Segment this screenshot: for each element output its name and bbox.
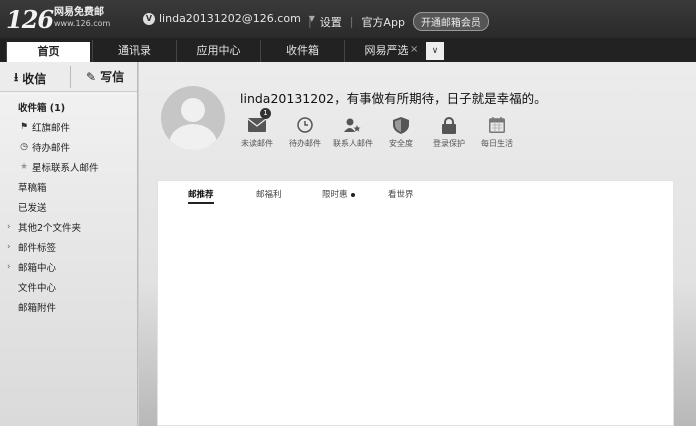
quick-link-login-protection[interactable]: 登录保护 xyxy=(425,114,473,149)
sidebar-item-other-folders[interactable]: › 其他2个文件夹 xyxy=(0,217,137,237)
logo-number: 126 xyxy=(6,5,54,34)
quick-link-label: 每日生活 xyxy=(481,139,513,148)
quick-link-unread[interactable]: 1 未读邮件 xyxy=(233,108,281,149)
divider xyxy=(70,66,71,88)
quick-link-security[interactable]: 安全度 xyxy=(377,114,425,149)
tab-contacts[interactable]: 通讯录 xyxy=(92,40,176,62)
sidebar-item-file-center[interactable]: 文件中心 xyxy=(0,277,137,297)
unread-count-badge: 1 xyxy=(260,108,271,119)
folder-list: 收件箱 (1) ⚑ 红旗邮件 ◷ 待办邮件 ★ 星标联系人邮件 草稿箱 已发送 … xyxy=(0,92,137,317)
chevron-right-icon[interactable]: › xyxy=(7,242,11,252)
sidebar-item-flagged[interactable]: ⚑ 红旗邮件 xyxy=(0,117,137,137)
close-icon[interactable]: × xyxy=(410,44,418,55)
sidebar-item-label: 已发送 xyxy=(18,203,47,214)
sidebar-item-drafts[interactable]: 草稿箱 xyxy=(0,177,137,197)
official-app-link[interactable]: 官方App xyxy=(361,14,405,30)
open-vip-button[interactable]: 开通邮箱会员 xyxy=(412,12,489,31)
sidebar-item-label: 待办邮件 xyxy=(32,143,71,154)
logo-text: 网易免费邮 www.126.com xyxy=(54,7,124,29)
flag-icon: ⚑ xyxy=(19,122,29,132)
tab-limited-offers[interactable]: 限时惠 xyxy=(322,188,355,200)
chevron-right-icon[interactable]: › xyxy=(7,262,11,272)
top-links: | 设置 | 官方App 开通邮箱会员 xyxy=(300,12,489,31)
sidebar-item-mailbox-center[interactable]: › 邮箱中心 xyxy=(0,257,137,277)
sidebar-item-attachments[interactable]: 邮箱附件 xyxy=(0,297,137,317)
sidebar-item-label: 草稿箱 xyxy=(18,183,47,194)
tab-see-world[interactable]: 看世界 xyxy=(388,188,414,200)
receive-label: 收信 xyxy=(22,72,47,86)
chevron-right-icon[interactable]: › xyxy=(7,222,11,232)
sidebar-item-labels[interactable]: › 邮件标签 xyxy=(0,237,137,257)
logo-domain: www.126.com xyxy=(54,19,111,28)
write-button[interactable]: ✎ 写信 xyxy=(86,68,124,85)
new-dot-icon xyxy=(350,192,355,197)
contact-star-icon xyxy=(344,118,361,132)
envelope-icon xyxy=(248,118,266,132)
tab-more-button[interactable]: ∨ xyxy=(426,42,444,60)
sidebar-item-starred-contacts[interactable]: ★ 星标联系人邮件 xyxy=(0,157,137,177)
account-menu[interactable]: V linda20131202@126.com ▼ xyxy=(143,12,315,25)
sidebar-item-label: 红旗邮件 xyxy=(32,123,71,134)
quick-link-label: 未读邮件 xyxy=(241,139,273,148)
calendar-icon xyxy=(489,117,505,133)
tab-home[interactable]: 首页 xyxy=(6,40,90,62)
tab-benefits[interactable]: 邮福利 xyxy=(256,188,282,200)
divider: | xyxy=(308,15,312,28)
account-email: linda20131202@126.com xyxy=(159,12,301,25)
recommend-panel: 邮推荐 邮福利 限时惠 看世界 xyxy=(157,180,674,426)
tab-yanxuan-label: 网易严选 xyxy=(364,44,409,57)
sidebar-item-inbox[interactable]: 收件箱 (1) xyxy=(0,97,137,117)
sidebar-item-label: 文件中心 xyxy=(18,283,57,294)
edit-icon: ✎ xyxy=(86,69,97,84)
quick-link-label: 登录保护 xyxy=(433,139,465,148)
quick-link-contacts-mail[interactable]: 联系人邮件 xyxy=(329,114,377,149)
receive-button[interactable]: ⭳ 收信 xyxy=(14,68,46,89)
tab-limited-offers-label: 限时惠 xyxy=(322,190,348,200)
sidebar: ⭳ 收信 ✎ 写信 收件箱 (1) ⚑ 红旗邮件 ◷ 待办邮件 ★ 星标联系人邮… xyxy=(0,62,138,426)
sidebar-item-label: 收件箱 (1) xyxy=(18,103,66,114)
sidebar-item-sent[interactable]: 已发送 xyxy=(0,197,137,217)
avatar-head xyxy=(181,98,205,122)
star-icon: ★ xyxy=(19,162,29,172)
tab-app-center[interactable]: 应用中心 xyxy=(176,40,260,62)
sidebar-item-label: 邮箱中心 xyxy=(18,263,57,274)
sidebar-item-label: 其他2个文件夹 xyxy=(18,223,82,234)
tab-inbox[interactable]: 收件箱 xyxy=(260,40,344,62)
logo-title: 网易免费邮 xyxy=(54,7,104,18)
clock-icon xyxy=(297,117,313,133)
download-icon: ⭳ xyxy=(14,70,19,84)
sidebar-item-label: 邮箱附件 xyxy=(18,303,57,314)
shield-icon xyxy=(393,116,409,134)
sidebar-item-label: 星标联系人邮件 xyxy=(32,163,99,174)
greeting-text: linda20131202，有事做有所期待，日子就是幸福的。 xyxy=(240,91,547,106)
quick-link-daily-life[interactable]: 每日生活 xyxy=(473,114,521,149)
sidebar-item-todo[interactable]: ◷ 待办邮件 xyxy=(0,137,137,157)
main-content: linda20131202，有事做有所期待，日子就是幸福的。 1 未读邮件 待办… xyxy=(139,62,696,426)
mail-actions: ⭳ 收信 ✎ 写信 xyxy=(0,62,137,92)
vip-badge-icon: V xyxy=(143,12,155,25)
top-bar: 126 网易免费邮 www.126.com V linda20131202@12… xyxy=(0,0,696,38)
clock-icon: ◷ xyxy=(20,142,28,152)
avatar-body xyxy=(169,124,217,150)
divider: | xyxy=(349,15,354,28)
quick-link-label: 安全度 xyxy=(389,139,413,148)
tabs-bar: 首页 通讯录 应用中心 收件箱 网易严选 × ∨ xyxy=(0,38,696,62)
lock-icon xyxy=(442,116,456,134)
tab-recommend[interactable]: 邮推荐 xyxy=(188,188,214,204)
quick-link-label: 待办邮件 xyxy=(289,139,321,148)
sidebar-item-label: 邮件标签 xyxy=(18,243,57,254)
logo[interactable]: 126 网易免费邮 www.126.com xyxy=(6,5,110,34)
write-label: 写信 xyxy=(100,70,125,84)
quick-link-label: 联系人邮件 xyxy=(333,139,373,148)
avatar[interactable] xyxy=(161,86,225,150)
settings-link[interactable]: 设置 xyxy=(320,14,342,30)
quick-link-todo[interactable]: 待办邮件 xyxy=(281,114,329,149)
